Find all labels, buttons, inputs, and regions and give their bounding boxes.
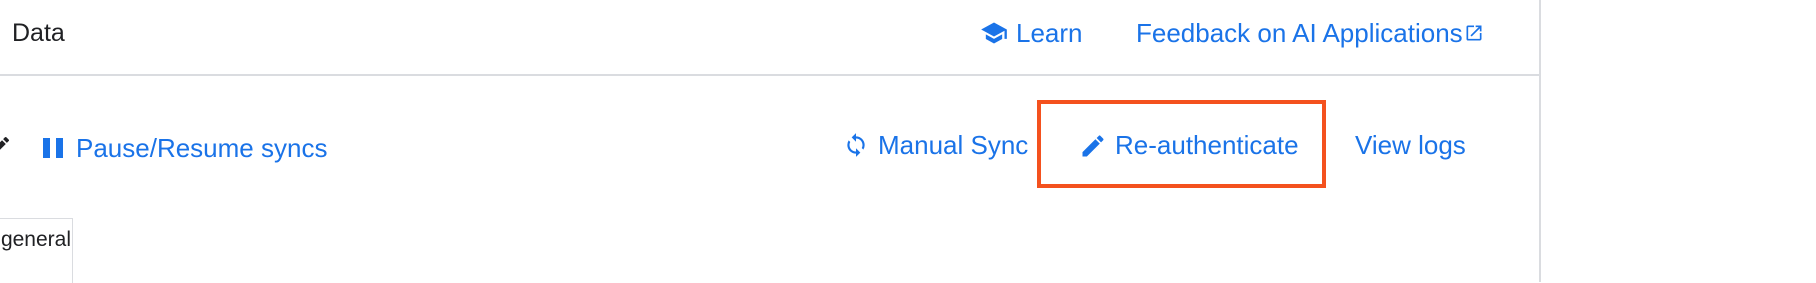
pencil-icon: [1079, 132, 1107, 160]
school-icon: [979, 19, 1009, 47]
pause-resume-syncs-button[interactable]: Pause/Resume syncs: [40, 131, 327, 165]
feedback-link[interactable]: Feedback on AI Applications: [1136, 16, 1496, 50]
reauthenticate-button[interactable]: Re-authenticate: [1077, 128, 1307, 162]
action-toolbar: Pause/Resume syncs Manual Sync Re-authen…: [0, 100, 1540, 190]
pencil-icon[interactable]: [0, 134, 12, 158]
partial-cell-text: general: [0, 228, 71, 251]
reauthenticate-label: Re-authenticate: [1115, 130, 1299, 160]
page-title: Data: [12, 19, 65, 47]
manual-sync-label: Manual Sync: [878, 130, 1029, 160]
manual-sync-button[interactable]: Manual Sync: [843, 128, 1028, 162]
pause-icon: [42, 137, 64, 159]
view-logs-label: View logs: [1355, 130, 1466, 160]
feedback-label: Feedback on AI Applications: [1136, 18, 1463, 48]
pause-resume-label: Pause/Resume syncs: [76, 133, 328, 163]
learn-label: Learn: [1016, 18, 1083, 48]
learn-link[interactable]: Learn: [979, 16, 1089, 50]
view-logs-link[interactable]: View logs: [1355, 128, 1475, 162]
header-divider: [0, 74, 1540, 76]
sync-icon: [843, 131, 869, 159]
open-in-new-icon: [1464, 23, 1484, 43]
header-bar: Data Learn Feedback on AI Applications: [0, 0, 1816, 75]
partial-table-cell: general: [0, 218, 73, 283]
